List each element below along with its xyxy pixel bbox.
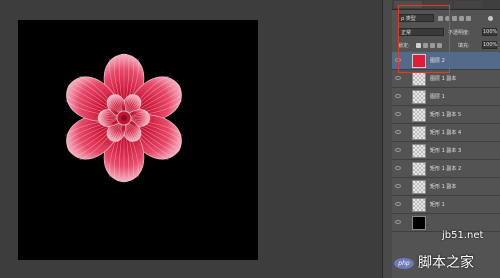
layer-thumbnail [412,90,426,104]
watermark-chinese-text: 脚本之家 [418,255,474,271]
layer-row-8[interactable]: 矩形 1 [392,196,500,214]
filter-shape-icon[interactable] [459,16,464,21]
document-canvas[interactable] [18,20,258,260]
layer-name: 图层 1 [430,94,445,100]
layer-name: 矩形 1 副本 3 [430,148,462,154]
visibility-eye-icon[interactable] [395,202,401,206]
watermark-site-text: jb51.net [442,230,484,241]
layer-name: 矩形 1 副本 [430,184,457,190]
layer-thumbnail [412,198,426,212]
canvas-workspace[interactable] [0,0,382,278]
site-watermark: jb51.net php 脚本之家 [380,228,500,278]
visibility-eye-icon[interactable] [395,166,401,170]
opacity-input[interactable]: 100% [482,28,497,36]
annotation-highlight-box [398,5,450,73]
layer-row-4[interactable]: 矩形 1 副本 4 [392,124,500,142]
filter-smart-icon[interactable] [466,16,471,21]
layer-name: 矩形 1 副本 2 [430,166,462,172]
layer-thumbnail [412,162,426,176]
layer-thumbnail [412,108,426,122]
filter-toggle-icon[interactable] [488,16,493,21]
visibility-eye-icon[interactable] [395,148,401,152]
visibility-eye-icon[interactable] [395,184,401,188]
opacity-label: 不透明度: [448,30,470,36]
layer-thumbnail [412,126,426,140]
php-logo: php [394,258,414,269]
layer-name: 矩形 1 副本 4 [430,130,462,136]
layer-row-2[interactable]: 图层 1 [392,88,500,106]
filter-type-icon[interactable] [452,16,457,21]
fill-label: 填充: [458,43,470,49]
flower-artwork [65,53,183,183]
layer-row-5[interactable]: 矩形 1 副本 3 [392,142,500,160]
visibility-eye-icon[interactable] [395,76,401,80]
visibility-eye-icon[interactable] [395,94,401,98]
layer-thumbnail [412,180,426,194]
visibility-eye-icon[interactable] [395,220,401,224]
layer-row-6[interactable]: 矩形 1 副本 2 [392,160,500,178]
layer-row-3[interactable]: 矩形 1 副本 5 [392,106,500,124]
layer-thumbnail [412,72,426,86]
layer-thumbnail [412,144,426,158]
layer-name: 矩形 1 副本 5 [430,112,462,118]
tab-paths[interactable] [454,1,482,8]
fill-input[interactable]: 100% [482,41,497,49]
layer-name: 矩形 1 [430,202,445,208]
visibility-eye-icon[interactable] [395,130,401,134]
visibility-eye-icon[interactable] [395,112,401,116]
layer-row-7[interactable]: 矩形 1 副本 [392,178,500,196]
layer-name: 图层 1 副本 [430,76,457,82]
